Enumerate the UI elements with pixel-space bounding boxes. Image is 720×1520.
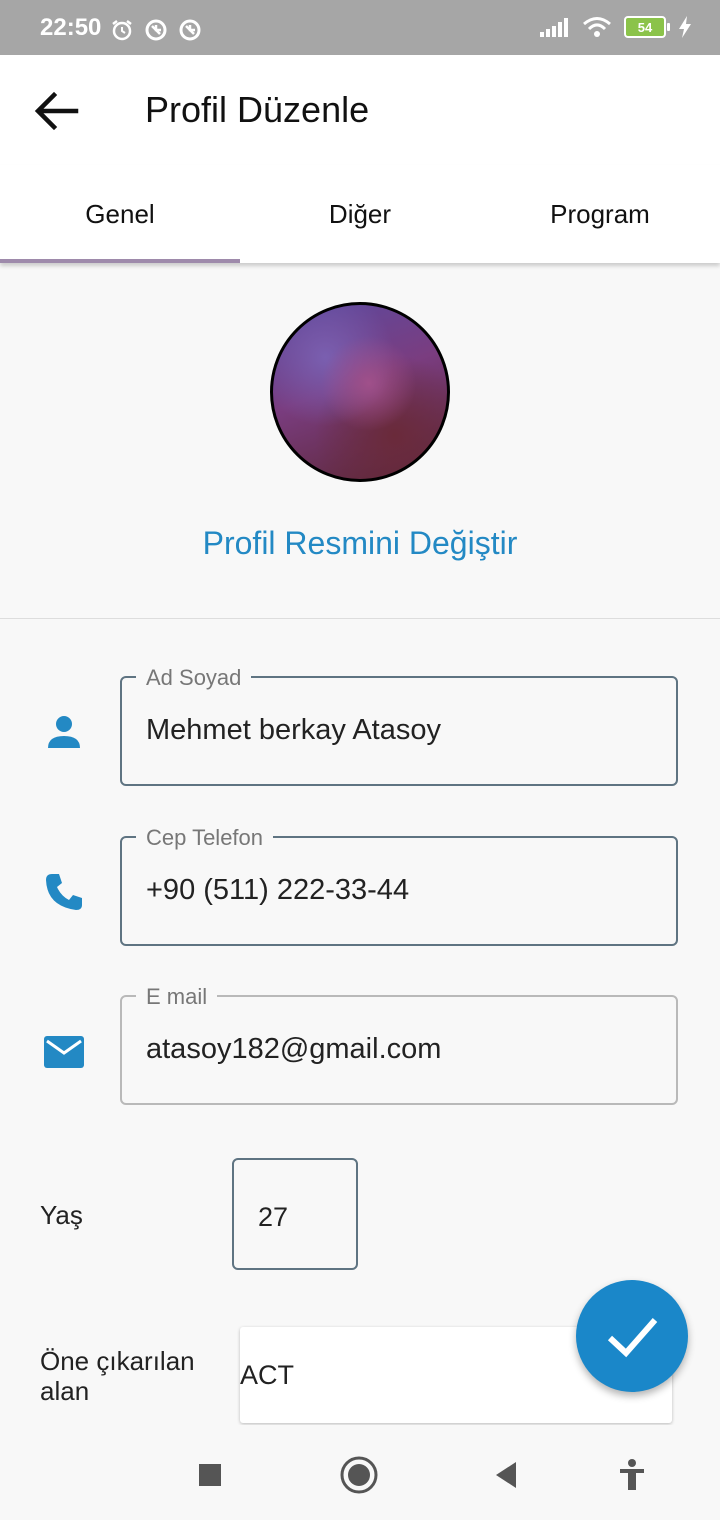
featured-area-value: ACT: [240, 1360, 294, 1390]
tab-genel[interactable]: Genel: [0, 165, 240, 263]
email-icon: [44, 1036, 84, 1068]
signal-icon: [540, 18, 568, 37]
phone-field-value[interactable]: +90 (511) 222-33-44: [146, 874, 409, 907]
tab-bar: Genel Diğer Program: [0, 165, 720, 263]
status-icons-left: [110, 18, 202, 42]
email-field[interactable]: E mail atasoy182@gmail.com: [120, 984, 678, 1105]
back-button[interactable]: [30, 85, 82, 137]
data-saver-icon: [145, 19, 167, 41]
status-bar: 22:50 54: [0, 0, 720, 55]
data-saver-icon: [179, 19, 201, 41]
featured-area-label: Öne çıkarılan alan: [40, 1346, 195, 1406]
recents-square-icon: [199, 1464, 221, 1486]
tab-diger[interactable]: Diğer: [240, 165, 480, 263]
back-nav-button[interactable]: [486, 1455, 526, 1495]
app-bar: Profil Düzenle: [0, 55, 720, 165]
page-title: Profil Düzenle: [145, 89, 370, 130]
system-nav-bar: [0, 1425, 720, 1520]
name-field-label: Ad Soyad: [136, 665, 252, 691]
divider: [0, 618, 720, 619]
phone-icon: [46, 874, 82, 910]
battery-level: 54: [637, 19, 653, 35]
change-photo-button[interactable]: Profil Resmini Değiştir: [0, 525, 720, 562]
status-icons-right: 54: [540, 16, 692, 38]
back-triangle-icon: [496, 1462, 516, 1488]
wifi-icon: [583, 17, 611, 37]
alarm-icon: [112, 20, 132, 41]
status-time: 22:50: [40, 14, 102, 41]
profile-avatar[interactable]: [270, 302, 450, 482]
age-input[interactable]: 27: [232, 1158, 358, 1270]
person-icon: [48, 716, 80, 748]
accessibility-icon: [620, 1459, 644, 1490]
save-fab-button[interactable]: [576, 1280, 688, 1392]
email-field-value[interactable]: atasoy182@gmail.com: [146, 1033, 441, 1066]
home-circle-icon: [340, 1456, 378, 1494]
home-button[interactable]: [339, 1455, 379, 1495]
arrow-back-icon: [34, 91, 79, 131]
phone-field[interactable]: Cep Telefon +90 (511) 222-33-44: [120, 825, 678, 946]
recents-button[interactable]: [190, 1455, 230, 1495]
battery-icon: 54: [624, 16, 670, 38]
tab-program[interactable]: Program: [480, 165, 720, 263]
age-value[interactable]: 27: [258, 1202, 288, 1233]
age-label: Yaş: [40, 1200, 83, 1230]
charging-icon: [679, 16, 691, 38]
phone-field-label: Cep Telefon: [136, 825, 274, 851]
name-field[interactable]: Ad Soyad Mehmet berkay Atasoy: [120, 665, 678, 786]
email-field-label: E mail: [136, 984, 218, 1010]
accessibility-button[interactable]: [612, 1455, 652, 1495]
name-field-value[interactable]: Mehmet berkay Atasoy: [146, 714, 441, 747]
check-icon: [607, 1318, 658, 1358]
